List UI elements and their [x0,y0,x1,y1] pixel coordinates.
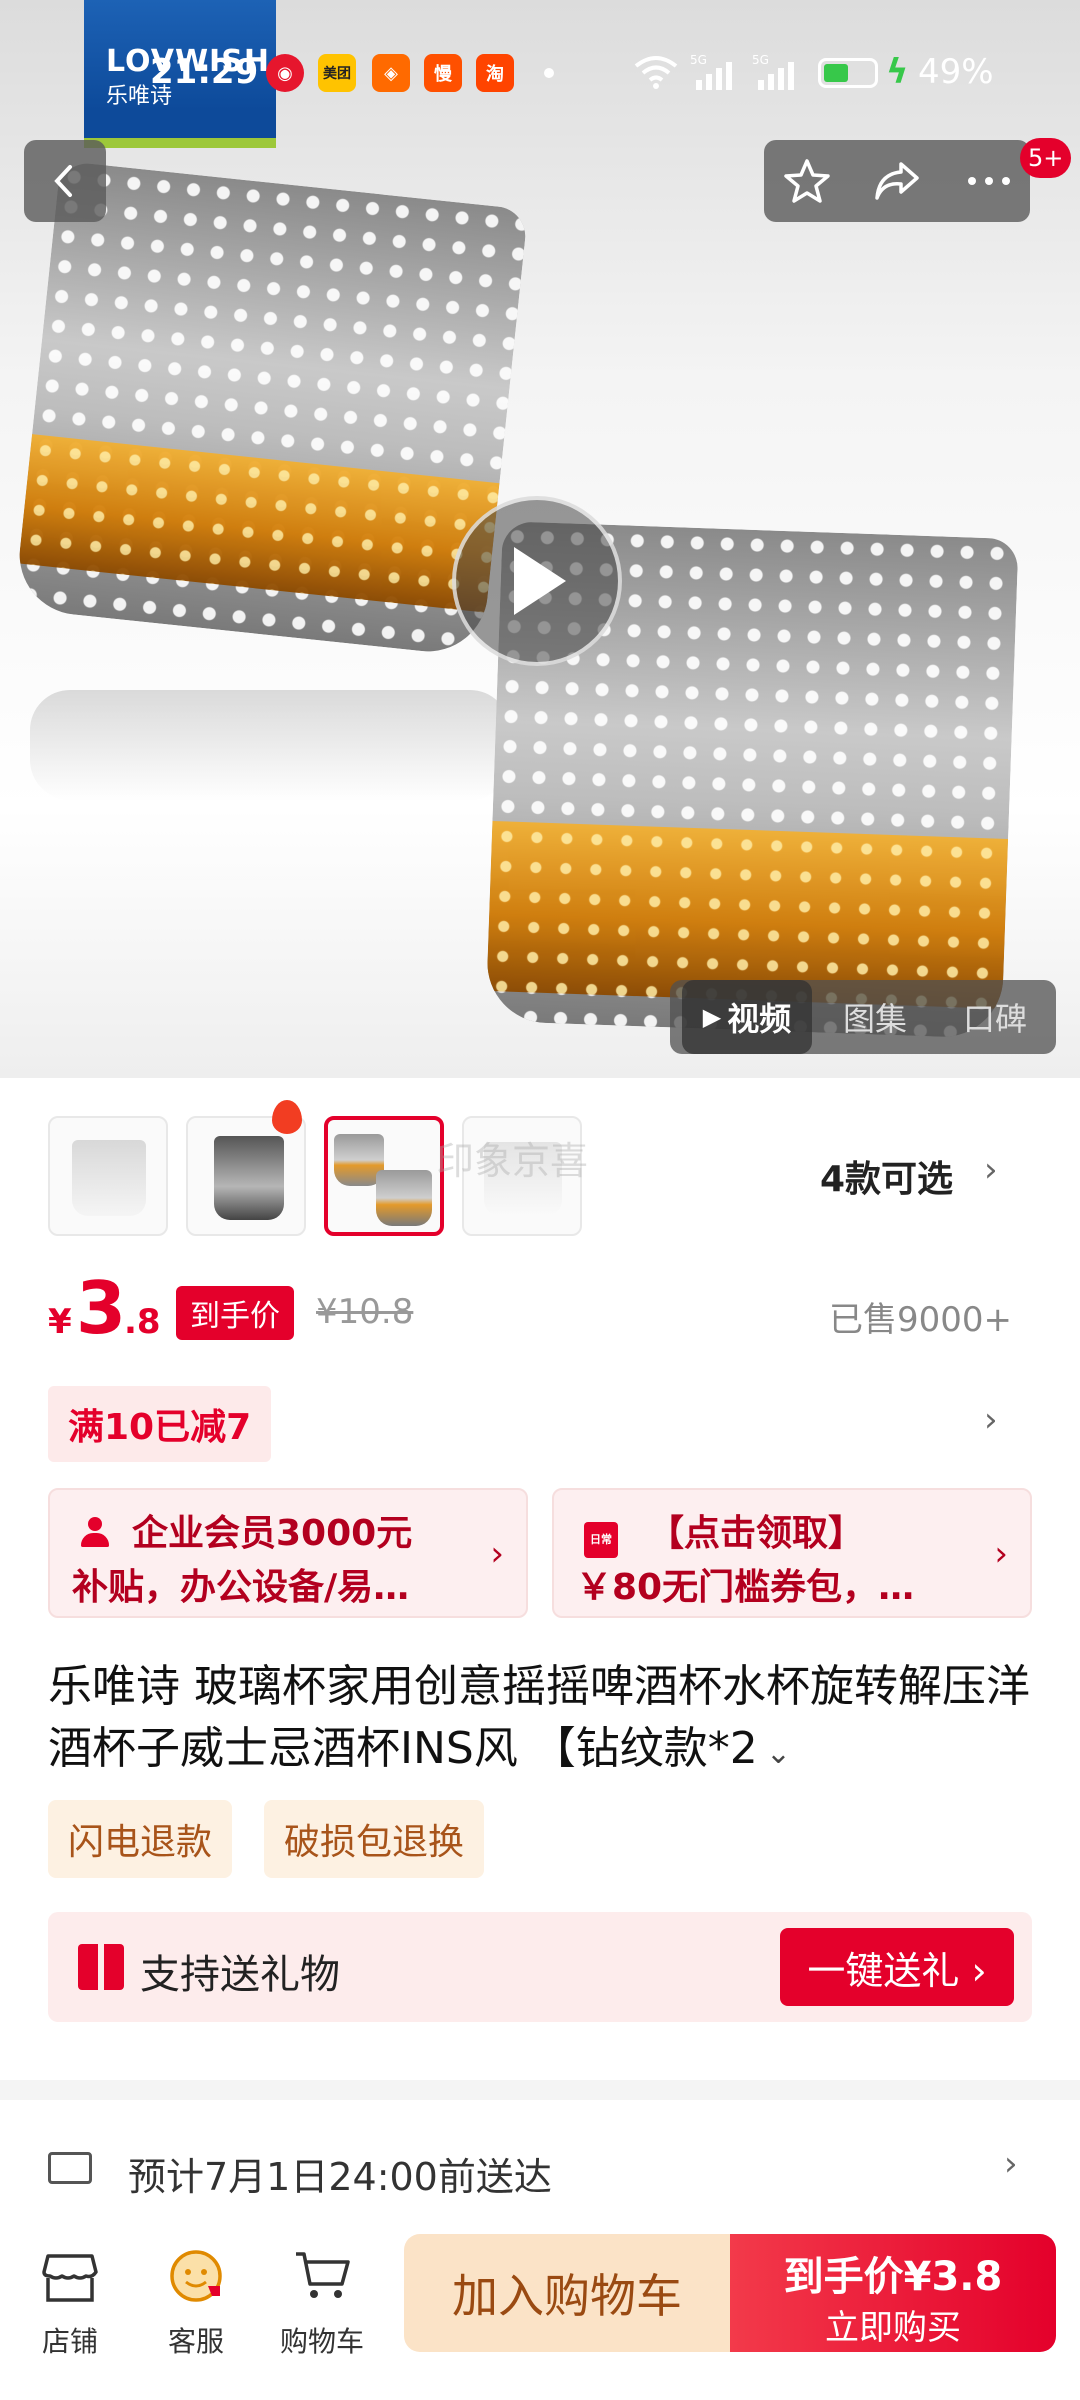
product-hero-image[interactable]: LOVWISH 乐唯诗 21:29 ◉ 美团 ◈ 慢 淘 5G 5G ϟ 49% [0,0,1080,1078]
wifi-icon [634,56,678,89]
meituan-icon: 美团 [318,54,356,92]
cart-icon [296,2252,350,2298]
play-video-button[interactable] [452,496,622,666]
tab-gallery[interactable]: 图集 [820,980,930,1054]
favorite-button[interactable] [766,140,848,222]
price-currency: ¥ [48,1302,72,1342]
top-actions-group [764,140,1030,222]
manman-icon: 慢 [424,54,462,92]
buy-now-label: 立即购买 [825,2308,961,2348]
play-icon [514,547,566,615]
add-to-cart-button[interactable]: 加入购物车 [404,2234,730,2352]
send-gift-button[interactable]: 一键送礼 › [780,1928,1014,2006]
svg-text:5G: 5G [690,53,707,67]
tab-reviews[interactable]: 口碑 [940,980,1050,1054]
battery-icon [818,58,878,88]
media-tabs: ▶ 视频 图集 口碑 [670,980,1056,1054]
gift-bar: 支持送礼物 一键送礼 › [48,1912,1032,2022]
share-icon [875,162,919,200]
taobao-icon: ◈ [372,54,410,92]
chevron-left-icon [54,165,72,197]
person-icon [80,1517,110,1547]
nav-customer-service[interactable]: 客服 [136,2234,256,2364]
gift-icon [78,1944,124,1990]
signal-5g-icon-2: 5G [752,53,794,90]
coupon-icon: 日常 [584,1522,618,1558]
truck-icon [48,2152,92,2184]
price-decimal: .8 [124,1302,161,1342]
weibo-icon: ◉ [266,54,304,92]
svg-text:5G: 5G [752,53,769,67]
coupon-card[interactable]: 日常 【点击领取】 ￥80无门槛券包，… › [552,1488,1032,1618]
section-divider [0,2080,1080,2100]
sold-count: 已售9000+ [828,1300,1012,1340]
thumbnail-3[interactable] [324,1116,444,1236]
card-chevron-icon: › [994,1534,1008,1574]
buy-price-label: 到手价¥3.8 [783,2254,1003,2300]
delivery-chevron-icon: › [1004,2144,1018,2184]
hot-flame-icon [272,1100,302,1134]
play-small-icon: ▶ [702,1003,722,1031]
tab-video[interactable]: ▶ 视频 [682,980,812,1054]
promo-chevron-icon: › [984,1400,998,1440]
delivery-row[interactable]: 预计7月1日24:00前送达 › [48,2138,1038,2208]
tao-icon: 淘 [476,54,514,92]
original-price: ¥10.8 [316,1292,414,1332]
service-icon [170,2250,222,2302]
status-bar: 21:29 ◉ 美团 ◈ 慢 淘 5G 5G ϟ 49% [0,38,1080,108]
service-tag-damage[interactable]: 破损包退换 [264,1800,485,1878]
chevron-down-icon: ⌄ [765,1736,791,1771]
battery-percent: 49% [918,52,994,92]
bottom-action-bar: 店铺 客服 购物车 加入购物车 到手价¥3.8 立即购买 [0,2220,1080,2400]
price-integer: 3 [76,1266,127,1350]
delivery-text: 预计7月1日24:00前送达 [128,2155,552,2199]
variants-selector[interactable]: 4款可选 [820,1150,953,1202]
charging-icon: ϟ [886,52,909,92]
chevron-right-icon: › [984,1150,998,1190]
final-price-tag: 到手价 [176,1286,294,1340]
nav-cart[interactable]: 购物车 [262,2234,382,2364]
share-button[interactable] [856,140,938,222]
more-notifications-dot [544,68,554,78]
service-tag-refund[interactable]: 闪电退款 [48,1800,233,1878]
buy-now-button[interactable]: 到手价¥3.8 立即购买 [730,2234,1056,2352]
product-title[interactable]: 乐唯诗 玻璃杯家用创意摇摇啤酒杯水杯旋转解压洋酒杯子威士忌酒杯INS风 【钻纹款… [48,1656,1038,1785]
thumbnail-2[interactable] [186,1116,306,1236]
nav-store[interactable]: 店铺 [10,2234,130,2364]
store-icon [42,2254,98,2302]
membership-card[interactable]: 企业会员3000元 补贴，办公设备/易… › [48,1488,528,1618]
thumbnail-1[interactable] [48,1116,168,1236]
price-row: ¥ 3 .8 到手价 ¥10.8 已售9000+ [48,1266,1038,1356]
glass-reflection [30,690,510,800]
more-dots-icon [968,177,1010,185]
promo-discount-badge[interactable]: 满10已减7 [48,1386,272,1462]
star-icon [784,159,830,203]
card-chevron-icon: › [490,1534,504,1574]
watermark-text: 印象京喜 [436,1139,589,1183]
signal-5g-icon-1: 5G [690,53,732,90]
back-button[interactable] [24,140,106,222]
notification-badge: 5+ [1020,138,1072,178]
gift-label: 支持送礼物 [140,1952,340,1998]
more-button[interactable] [948,140,1030,222]
status-time: 21:29 [150,52,259,92]
